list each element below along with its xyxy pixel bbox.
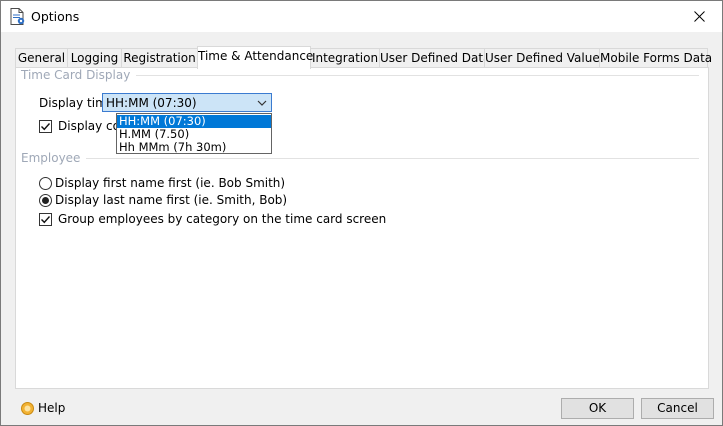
help-link[interactable]: Help [38,401,65,415]
group-employees-label: Group employees by category on the time … [58,212,387,226]
group-employees-checkbox[interactable] [39,213,52,226]
help-icon[interactable] [21,402,34,415]
chevron-down-icon [257,100,267,106]
group-divider [21,158,699,159]
tab-logging[interactable]: Logging [67,48,122,68]
tab-user-defined-data[interactable]: User Defined Data [379,48,490,68]
display-time-dropdown: HH:MM (07:30) H.MM (7.50) Hh MMm (7h 30m… [116,113,272,154]
radio-last-name-first-label: Display last name first (ie. Smith, Bob) [55,193,288,207]
checkmark-icon [41,216,51,224]
window-title: Options [31,9,80,24]
radio-selected-dot [42,197,49,204]
tab-registration[interactable]: Registration [121,48,198,68]
time-card-display-heading: Time Card Display [21,68,137,82]
display-time-select[interactable]: HH:MM (07:30) [102,93,272,112]
radio-first-name-first[interactable] [39,177,52,190]
tab-user-defined-values[interactable]: User Defined Values [484,48,606,68]
ok-button[interactable]: OK [561,398,634,419]
cancel-button[interactable]: Cancel [641,398,714,419]
tab-time-attendance[interactable]: Time & Attendance [197,46,313,69]
display-checkbox[interactable] [39,120,52,133]
tab-mobile-forms-data[interactable]: Mobile Forms Data [599,48,712,68]
display-time-value: HH:MM (07:30) [106,96,197,110]
radio-last-name-first[interactable] [39,194,52,207]
close-button[interactable] [677,1,722,32]
tab-integration[interactable]: Integration [310,48,380,68]
options-dialog: Options General Logging Registration Tim… [0,0,723,426]
employee-heading: Employee [21,151,87,165]
option-hh-mmm[interactable]: Hh MMm (7h 30m) [117,141,271,154]
title-bar: Options [1,1,722,32]
tab-general[interactable]: General [15,48,68,68]
close-icon [694,11,705,22]
checkmark-icon [41,123,51,131]
document-settings-icon [10,8,25,25]
radio-first-name-first-label: Display first name first (ie. Bob Smith) [55,176,286,190]
